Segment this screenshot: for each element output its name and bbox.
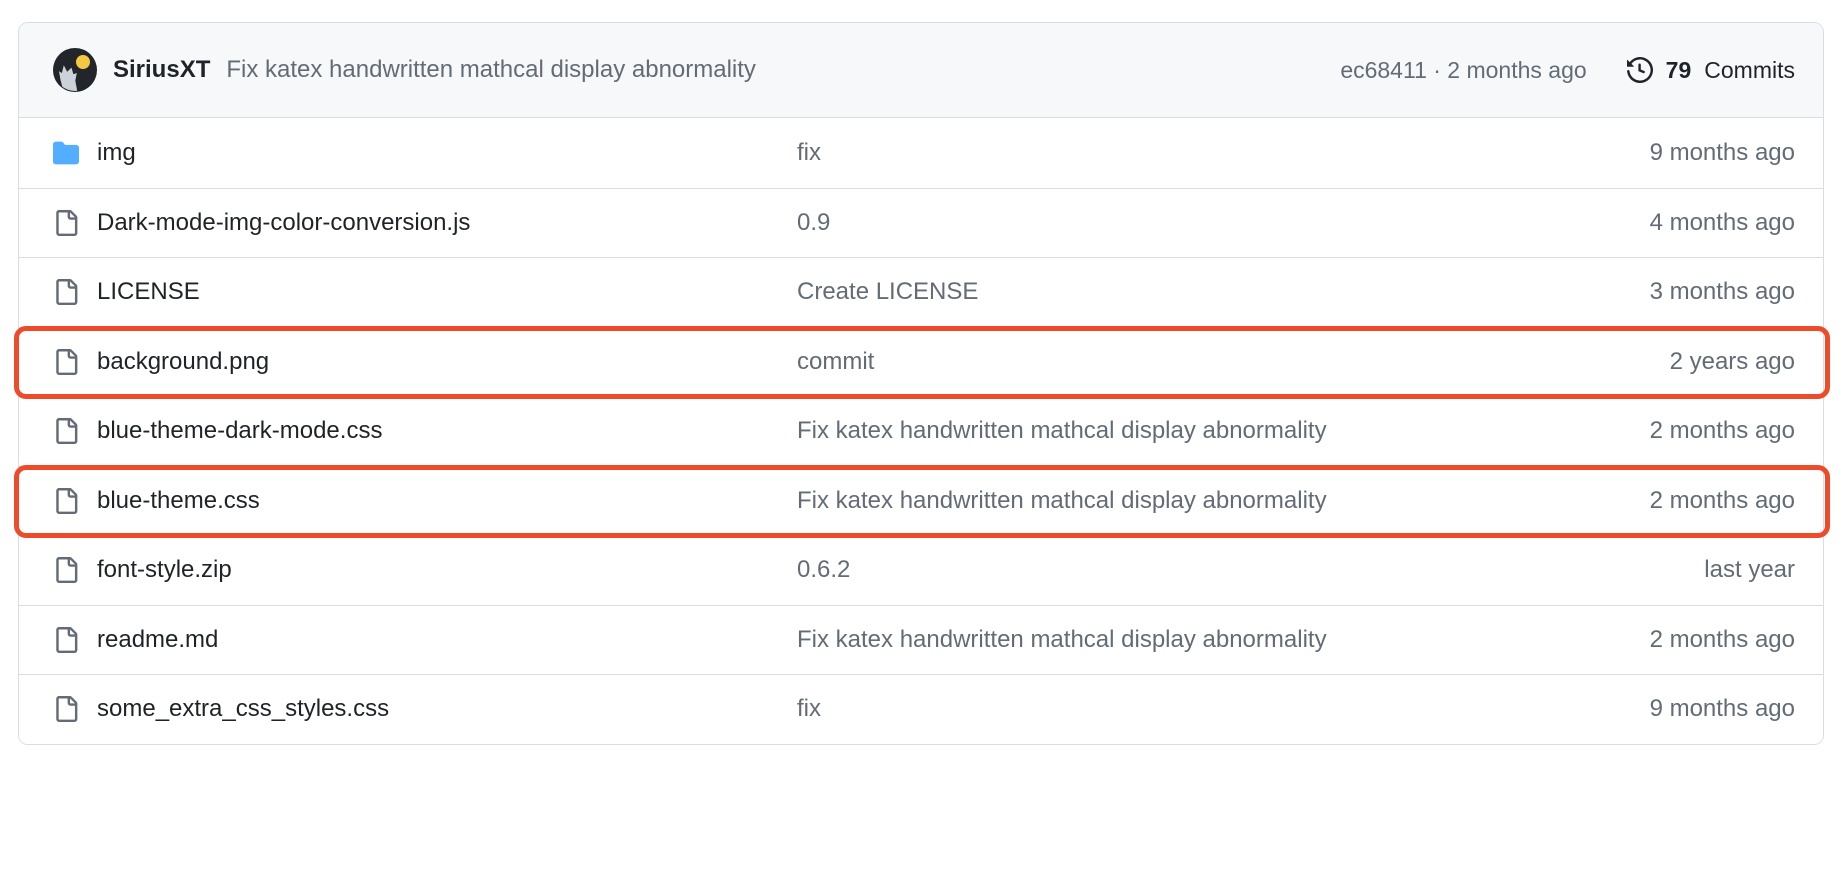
commit-message-link[interactable]: commit — [797, 348, 1495, 376]
file-icon — [53, 418, 97, 445]
commit-time: 2 years ago — [1669, 347, 1795, 375]
file-icon — [53, 348, 97, 375]
history-icon — [1626, 57, 1653, 83]
file-icon — [53, 279, 97, 306]
file-name-link[interactable]: some_extra_css_styles.css — [97, 695, 797, 723]
table-row[interactable]: blue-theme.css Fix katex handwritten math… — [19, 465, 1823, 535]
commits-label: Commits — [1704, 56, 1795, 83]
table-row[interactable]: font-style.zip 0.6.2 last year — [19, 535, 1823, 605]
latest-commit-header: SiriusXT Fix katex handwritten mathcal d… — [19, 23, 1823, 118]
commit-time: 9 months ago — [1649, 138, 1795, 166]
commits-number: 79 — [1665, 56, 1692, 83]
commit-message-link[interactable]: Fix katex handwritten mathcal display ab… — [797, 626, 1495, 654]
file-name-link[interactable]: font-style.zip — [97, 556, 797, 584]
folder-icon — [53, 140, 97, 166]
commit-message-link[interactable]: 0.9 — [797, 209, 1495, 237]
commit-message-link[interactable]: Fix katex handwritten mathcal display ab… — [797, 487, 1495, 515]
commit-time: 2 months ago — [1649, 486, 1795, 514]
commit-message-link[interactable]: 0.6.2 — [797, 556, 1495, 584]
table-row[interactable]: blue-theme-dark-mode.css Fix katex handwr… — [19, 396, 1823, 466]
moon-icon — [76, 55, 90, 69]
table-row[interactable]: background.png commit 2 years ago — [19, 326, 1823, 396]
commit-time: 4 months ago — [1649, 208, 1795, 236]
file-name-link[interactable]: blue-theme.css — [97, 487, 797, 515]
file-icon — [53, 626, 97, 653]
file-icon — [53, 557, 97, 584]
commit-time: 3 months ago — [1649, 278, 1795, 306]
commit-time: 2 months ago — [1649, 625, 1795, 653]
table-row[interactable]: LICENSE Create LICENSE 3 months ago — [19, 257, 1823, 327]
file-icon — [53, 696, 97, 723]
commit-time: 9 months ago — [1649, 695, 1795, 723]
commit-message-link[interactable]: fix — [797, 139, 1495, 167]
repository-file-browser: SiriusXT Fix katex handwritten mathcal d… — [0, 0, 1842, 896]
commit-author[interactable]: SiriusXT — [113, 56, 210, 84]
table-row[interactable]: img fix 9 months ago — [19, 118, 1823, 188]
file-name-link[interactable]: background.png — [97, 348, 797, 376]
commit-message-link[interactable]: fix — [797, 695, 1495, 723]
commit-message-link[interactable]: Fix katex handwritten mathcal display ab… — [797, 417, 1495, 445]
file-name-link[interactable]: LICENSE — [97, 278, 797, 306]
table-row[interactable]: readme.md Fix katex handwritten mathcal d… — [19, 604, 1823, 674]
file-icon — [53, 487, 97, 514]
commits-count-link[interactable]: 79 Commits — [1626, 56, 1795, 84]
table-row[interactable]: Dark-mode-img-color-conversion.js 0.9 4 mo… — [19, 187, 1823, 257]
latest-commit-message[interactable]: Fix katex handwritten mathcal display ab… — [226, 56, 756, 84]
header-right-group: ec68411 · 2 months ago 79 Commits — [1340, 57, 1795, 84]
commit-time: last year — [1704, 556, 1795, 584]
table-row[interactable]: some_extra_css_styles.css fix 9 months ago — [19, 674, 1823, 744]
file-table: SiriusXT Fix katex handwritten mathcal d… — [14, 22, 1830, 745]
file-name-link[interactable]: blue-theme-dark-mode.css — [97, 417, 797, 445]
commit-time: 2 months ago — [1649, 417, 1795, 445]
file-icon — [53, 209, 97, 236]
commit-ref[interactable]: ec68411 · 2 months ago — [1340, 57, 1586, 84]
avatar[interactable] — [53, 48, 97, 92]
file-name-link[interactable]: img — [97, 139, 797, 167]
file-name-link[interactable]: readme.md — [97, 626, 797, 654]
file-list: img fix 9 months ago Dark-mode-img-color-co… — [19, 118, 1823, 744]
file-name-link[interactable]: Dark-mode-img-color-conversion.js — [97, 209, 797, 237]
commit-message-link[interactable]: Create LICENSE — [797, 278, 1495, 306]
